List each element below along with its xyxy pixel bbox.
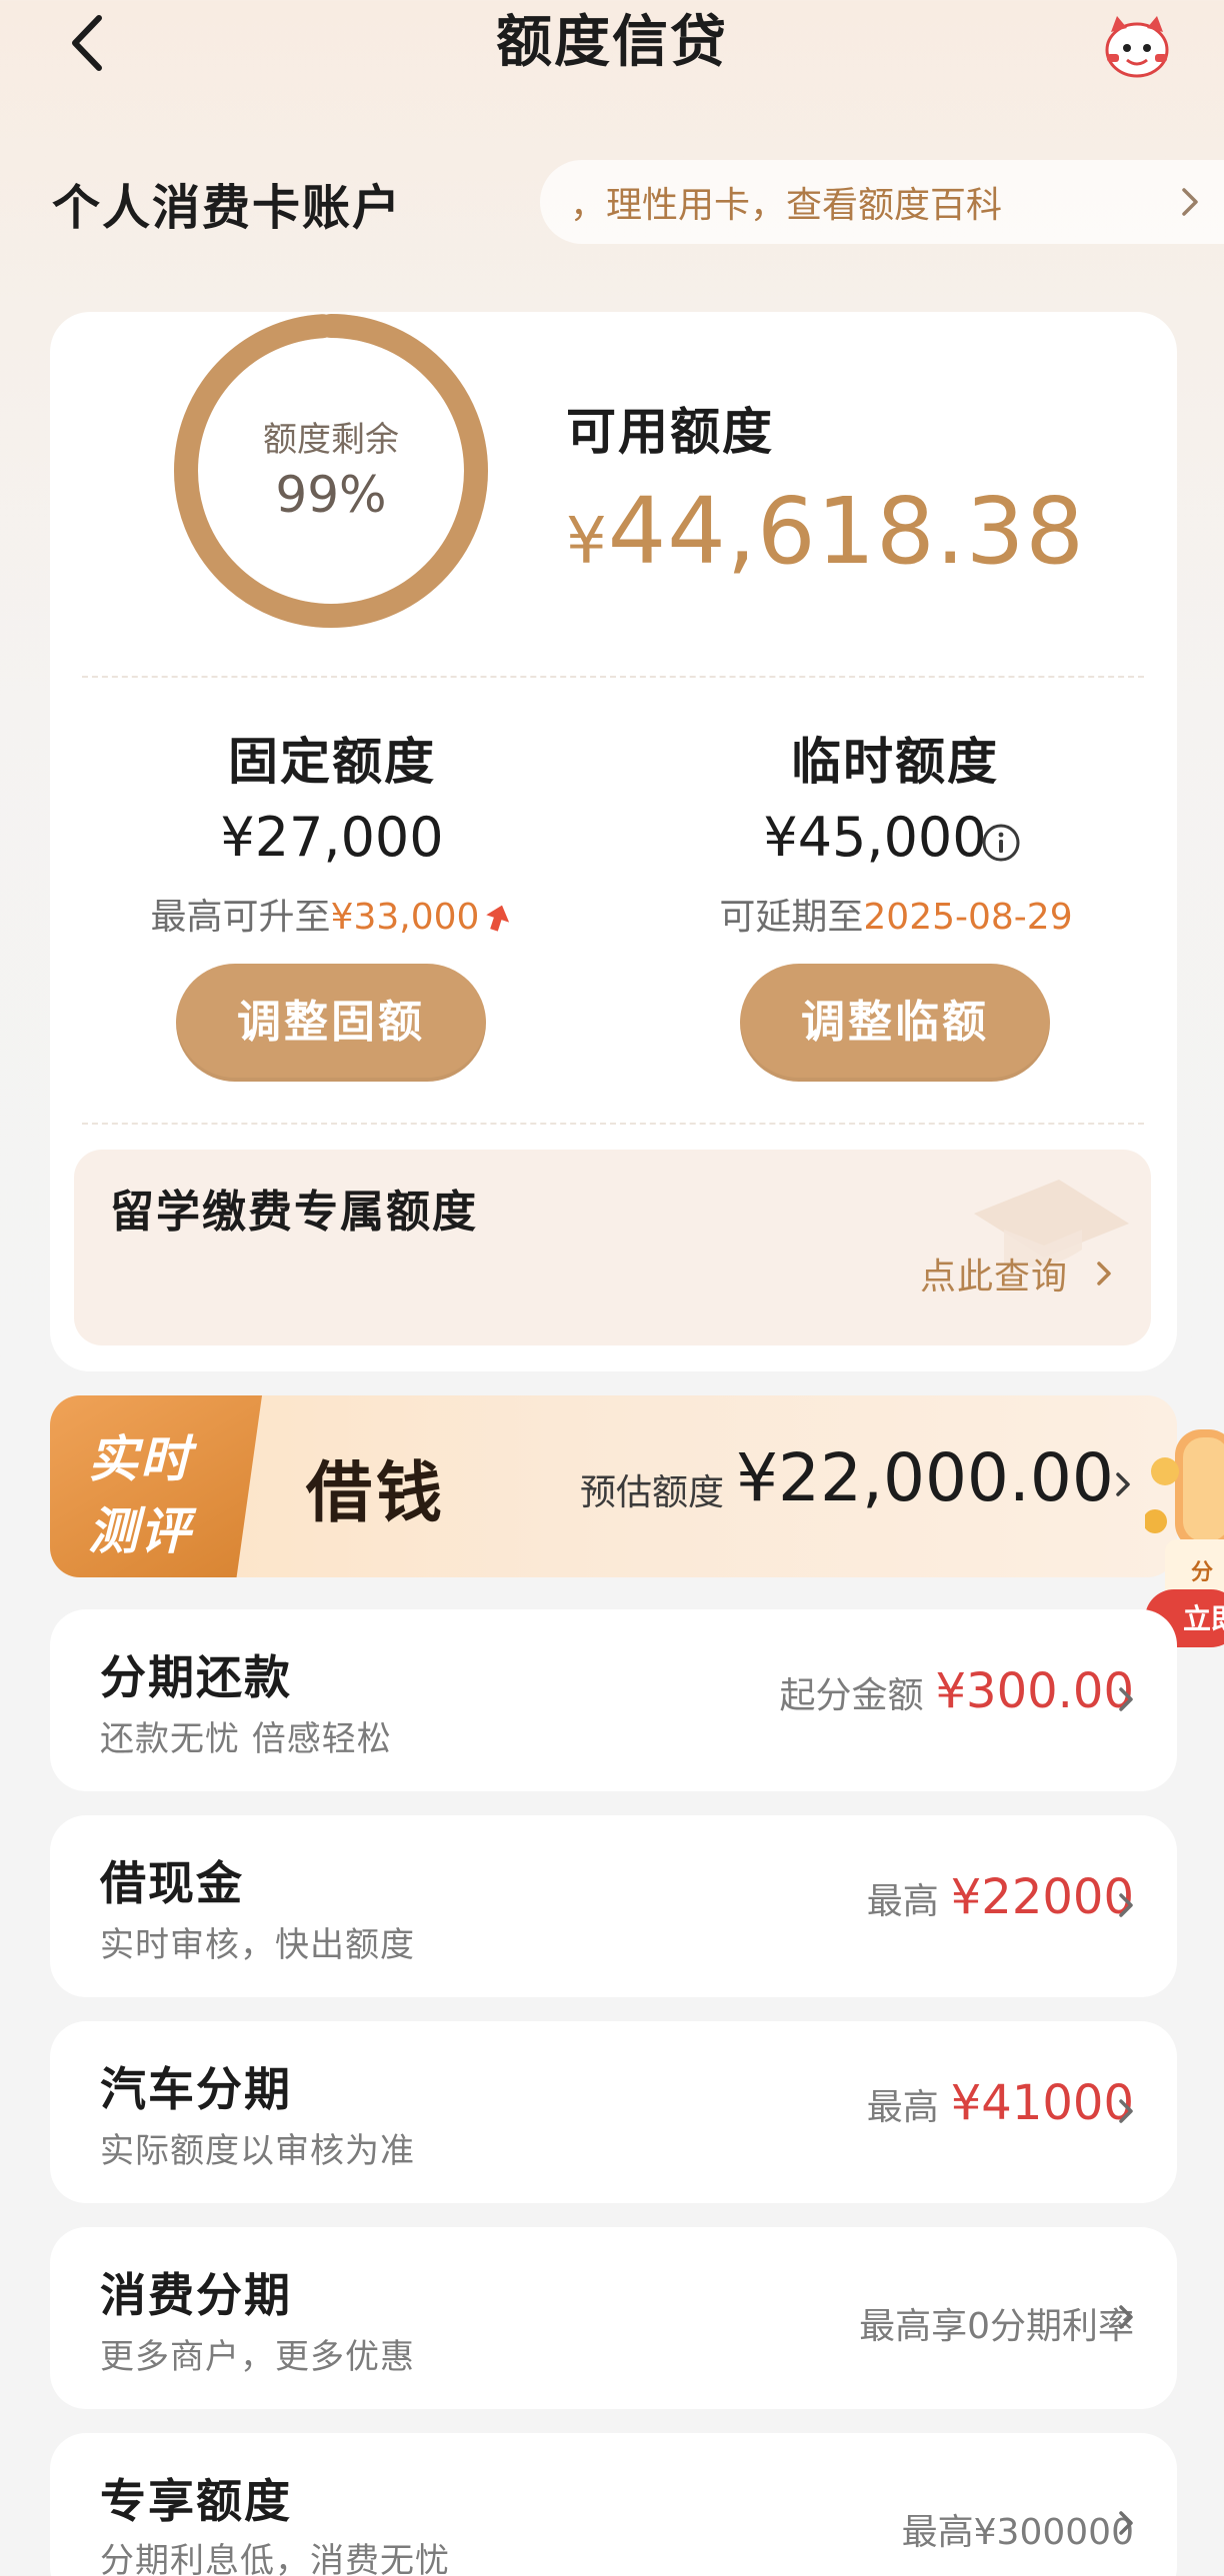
loan-estimate-label: 预估额度 [580, 1472, 725, 1513]
credit-tips-link[interactable]: ，理性用卡，查看额度百科 [540, 160, 1224, 244]
row-right-label: 最高 [866, 1881, 939, 1922]
chevron-right-icon [1119, 2099, 1133, 2123]
chevron-right-icon [1119, 2511, 1133, 2535]
chevron-right-icon [1116, 1472, 1130, 1496]
divider [82, 676, 1144, 678]
fixed-credit-amount: ¥27,000 [220, 806, 444, 869]
row-title: 专享额度 [100, 2474, 292, 2528]
temporary-credit-amount: ¥45,000 [763, 806, 987, 869]
back-arrow-icon[interactable] [55, 8, 125, 78]
ring-percent: 99% [275, 466, 387, 524]
loan-title: 借钱 [306, 1453, 446, 1531]
row-subtitle: 实际额度以审核为准 [100, 2131, 415, 2171]
row-right-value: 最高享0分期利率 [859, 2297, 1134, 2349]
temporary-credit-title: 临时额度 [791, 733, 999, 791]
study-abroad-credit-title: 留学缴费专属额度 [110, 1187, 478, 1238]
row-right-value: 最高 ¥41000 [867, 2075, 1134, 2131]
fixed-credit-max-value: ¥33,000 [330, 897, 480, 938]
row-right-label: 最高享0分期利率 [859, 2306, 1134, 2347]
float-badge-text-2: 立即 [1183, 1602, 1224, 1635]
row-right-label: 最高 [866, 2087, 939, 2128]
tag-line-2: 测评 [88, 1502, 192, 1560]
temporary-credit-expiry: 可延期至2025-08-29 [636, 888, 1156, 940]
available-amount-value: 44,618.38 [607, 478, 1085, 585]
row-title: 分期还款 [100, 1650, 292, 1704]
row-right-value: 最高 ¥22000 [867, 1869, 1134, 1925]
page-title: 额度信贷 [496, 10, 728, 75]
chevron-right-icon [1119, 1687, 1133, 1711]
fixed-credit-max: 最高可升至¥33,000 [72, 888, 592, 940]
row-title: 汽车分期 [100, 2062, 292, 2116]
mascot-icon[interactable] [1097, 10, 1177, 80]
temporary-credit-expiry-date: 2025-08-29 [863, 897, 1073, 938]
arrow-up-icon [486, 905, 510, 932]
section-title: 个人消费卡账户 [52, 180, 403, 236]
study-abroad-query-link[interactable]: 点此查询 [920, 1248, 1068, 1299]
fixed-credit-max-prefix: 最高可升至 [150, 897, 331, 938]
info-icon[interactable] [980, 822, 1022, 864]
divider [82, 1123, 1144, 1125]
row-right-amount: ¥300.00 [935, 1663, 1135, 1719]
chevron-right-icon [1182, 188, 1198, 216]
row-right-value: 最高¥300000 [902, 2503, 1134, 2555]
row-right-value: 起分金额 ¥300.00 [779, 1663, 1134, 1719]
float-badge-text-1: 分 [1191, 1560, 1213, 1585]
row-right-label: 起分金额 [779, 1675, 924, 1716]
chevron-right-icon [1119, 1893, 1133, 1917]
row-right-amount: ¥22000 [950, 1869, 1134, 1925]
chevron-right-icon [1119, 2305, 1133, 2329]
row-title: 借现金 [100, 1856, 244, 1910]
tag-line-1: 实时 [88, 1430, 192, 1488]
chevron-right-icon [1097, 1262, 1111, 1286]
row-right-label: 最高¥300000 [901, 2512, 1134, 2553]
row-right-amount: ¥41000 [950, 2075, 1134, 2131]
row-subtitle: 实时审核，快出额度 [100, 1925, 415, 1965]
available-amount: ¥44,618.38 [566, 478, 1085, 585]
ring-label: 额度剩余 [263, 420, 399, 460]
credit-tips-text: ，理性用卡，查看额度百科 [570, 185, 1003, 226]
row-subtitle: 更多商户，更多优惠 [100, 2337, 415, 2377]
loan-estimate-value: ¥22,000.00 [736, 1439, 1114, 1516]
row-title: 消费分期 [100, 2268, 292, 2322]
temporary-credit-expiry-prefix: 可延期至 [719, 897, 864, 938]
adjust-temporary-credit-button[interactable]: 调整临额 [740, 964, 1050, 1082]
row-subtitle: 分期利息低，消费无忧 [100, 2541, 450, 2576]
available-label: 可用额度 [566, 403, 774, 461]
currency-symbol: ¥ [566, 505, 608, 579]
fixed-credit-title: 固定额度 [228, 733, 436, 791]
adjust-fixed-credit-button[interactable]: 调整固额 [176, 964, 486, 1082]
row-subtitle: 还款无忧 倍感轻松 [100, 1719, 392, 1759]
